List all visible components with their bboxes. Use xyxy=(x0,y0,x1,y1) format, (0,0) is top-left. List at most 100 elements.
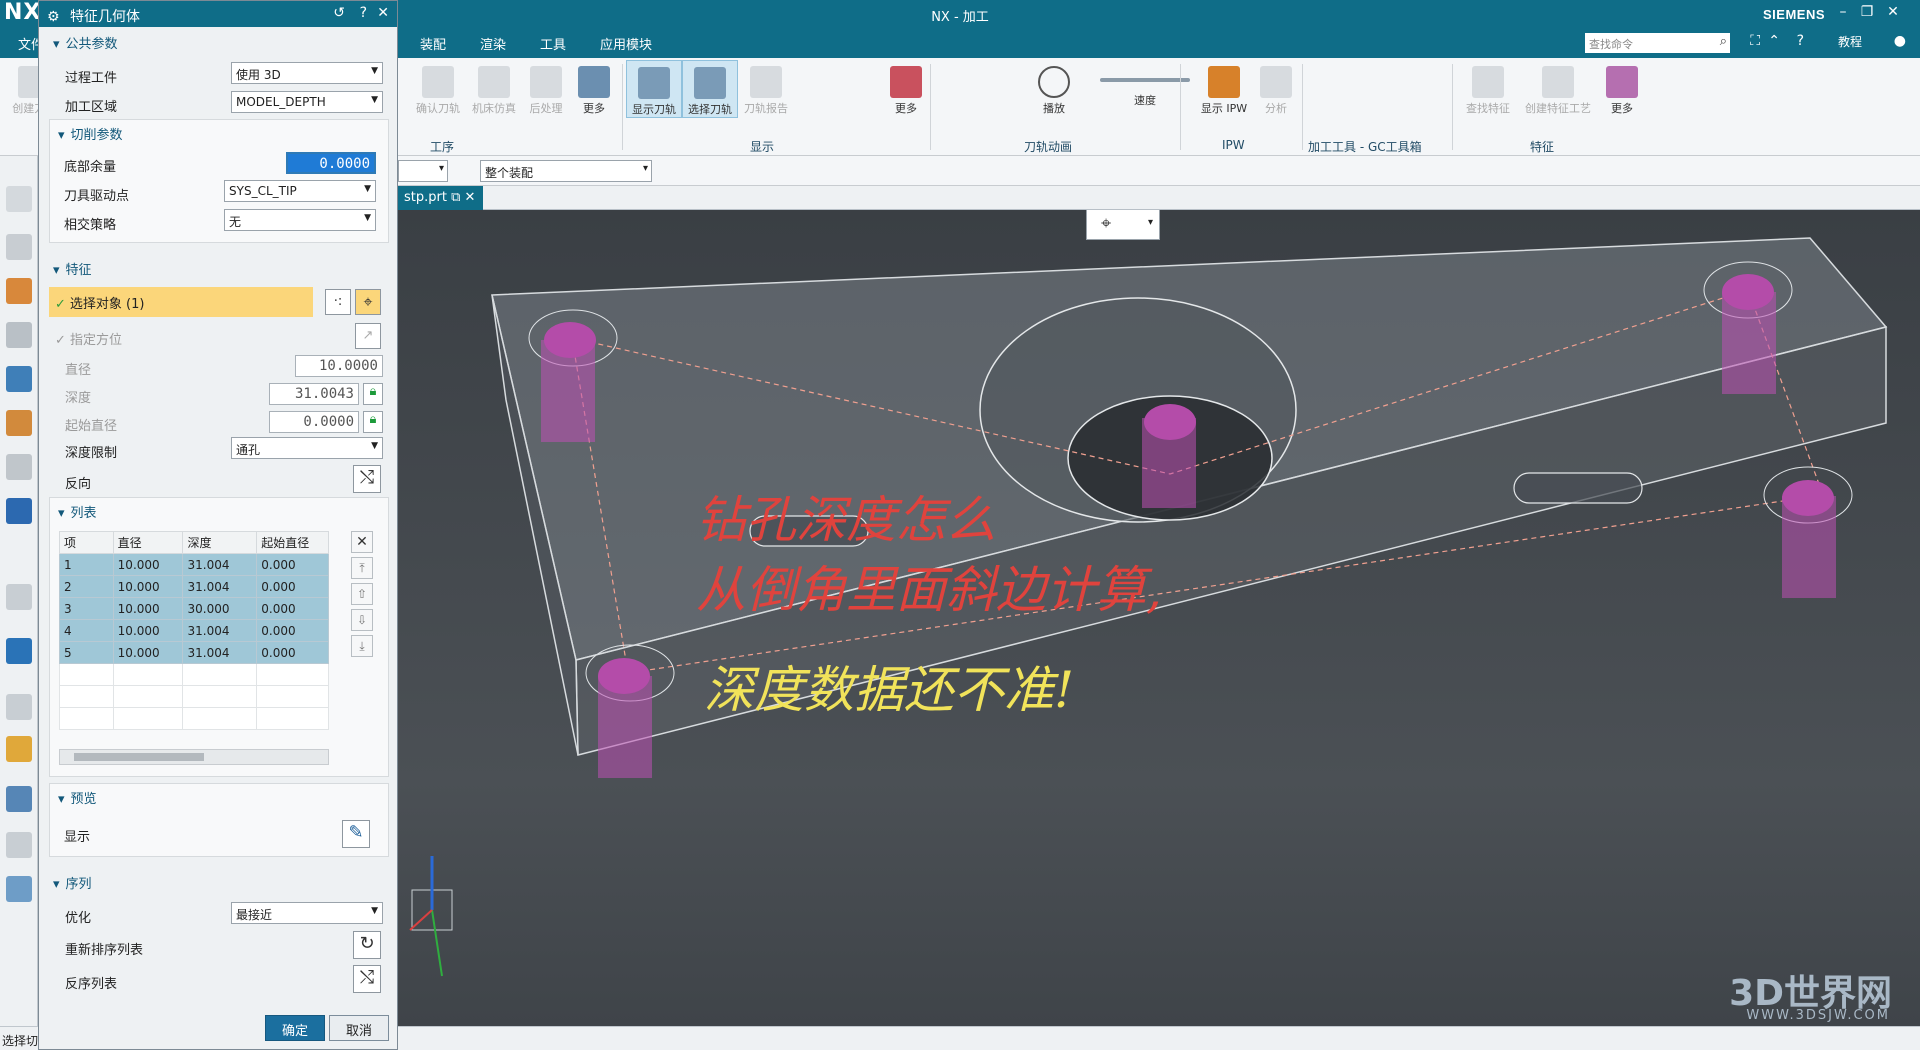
table-row[interactable]: 3 10.000 30.000 0.000 xyxy=(59,597,329,620)
info-icon[interactable] xyxy=(6,584,32,610)
group-display: 显示 xyxy=(750,140,775,154)
start-diameter-input[interactable]: 0.0000 xyxy=(269,411,359,433)
move-top-icon[interactable]: ⤒ xyxy=(351,557,373,579)
menu-render[interactable]: 渲染 xyxy=(480,34,506,53)
col-depth[interactable]: 深度 xyxy=(182,531,258,554)
tool-drive-point-select[interactable]: SYS_CL_TIP ▼ xyxy=(224,180,376,202)
delete-icon[interactable]: ✕ xyxy=(351,531,373,553)
col-item[interactable]: 项 xyxy=(59,531,114,554)
command-search-input[interactable]: 查找命令 ⌕ xyxy=(1585,33,1730,53)
toolpath-report-button[interactable]: 刀轨报告 xyxy=(738,60,794,116)
create-feature-process-button[interactable]: 创建特征工艺 xyxy=(1520,60,1596,116)
section-preview[interactable]: 预览 xyxy=(58,788,97,807)
graphics-window[interactable]: ⌖ ▾ 钻孔深度怎么 从倒角里面斜边计算, 深度数据还不准! xyxy=(398,210,1920,1026)
reset-icon[interactable]: ↺ xyxy=(333,5,345,21)
target-icon[interactable]: ⌖ xyxy=(355,289,381,315)
close-icon[interactable]: ✕ xyxy=(377,5,389,21)
machining-feature-icon[interactable] xyxy=(6,366,32,392)
analyze-button[interactable]: 分析 xyxy=(1248,60,1304,116)
assembly-filter-combo[interactable]: 整个装配 ▾ xyxy=(480,160,652,182)
machine-navigator-icon[interactable] xyxy=(6,322,32,348)
library-icon[interactable] xyxy=(6,410,32,436)
point-dialog-button[interactable]: ·: xyxy=(325,289,351,315)
table-row[interactable]: 2 10.000 31.004 0.000 xyxy=(59,575,329,598)
speed-slider[interactable]: 速度 xyxy=(1100,60,1190,108)
history-icon[interactable] xyxy=(6,694,32,720)
operation-navigator-icon[interactable] xyxy=(6,278,32,304)
palette-icon[interactable] xyxy=(6,736,32,762)
show-ipw-button[interactable]: 显示 IPW xyxy=(1196,60,1252,116)
process-studio-icon[interactable] xyxy=(6,876,32,902)
search-icon[interactable]: ⌕ xyxy=(1720,34,1727,49)
col-diameter[interactable]: 直径 xyxy=(112,531,184,554)
move-up-icon[interactable]: ⇧ xyxy=(351,583,373,605)
diameter-input[interactable]: 10.0000 xyxy=(295,355,383,377)
lock-icon[interactable]: 🔒︎ xyxy=(363,411,383,433)
hd3d-icon[interactable] xyxy=(6,498,32,524)
restore-icon[interactable]: ❐ xyxy=(1856,4,1878,24)
section-feature[interactable]: 特征 xyxy=(53,259,92,278)
close-icon[interactable]: ✕ xyxy=(1882,4,1904,24)
move-down-icon[interactable]: ⇩ xyxy=(351,609,373,631)
help-icon[interactable]: ? xyxy=(360,5,367,21)
fullscreen-icon[interactable]: ⛶ xyxy=(1750,33,1760,49)
help-icon[interactable]: ? xyxy=(1797,33,1804,49)
table-row[interactable]: 1 10.000 31.004 0.000 xyxy=(59,553,329,576)
reverse-direction-button[interactable]: ⤭ xyxy=(353,465,381,493)
depth-input[interactable]: 31.0043 xyxy=(269,383,359,405)
table-row[interactable]: 5 10.000 31.004 0.000 xyxy=(59,641,329,664)
process-workpiece-select[interactable]: 使用 3D ▼ xyxy=(231,62,383,84)
depth-limit-select[interactable]: 通孔 ▼ xyxy=(231,437,383,459)
menu-app-modules[interactable]: 应用模块 xyxy=(600,34,652,53)
hole-3[interactable] xyxy=(1142,404,1196,508)
section-list[interactable]: 列表 xyxy=(58,502,97,521)
web-browser-icon[interactable] xyxy=(6,638,32,664)
col-start-diameter[interactable]: 起始直径 xyxy=(256,531,329,554)
hole-4[interactable] xyxy=(1763,466,1853,598)
find-feature-button[interactable]: 查找特征 xyxy=(1460,60,1516,116)
part-navigator-icon[interactable] xyxy=(6,234,32,260)
optimize-select[interactable]: 最接近 ▼ xyxy=(231,902,383,924)
table-scrollbar[interactable] xyxy=(59,749,329,765)
menu-tools[interactable]: 工具 xyxy=(540,34,566,53)
system-scene-icon[interactable] xyxy=(6,832,32,858)
select-toolpath-button[interactable]: 选择刀轨 xyxy=(682,60,738,118)
machining-area-select[interactable]: MODEL_DEPTH ▼ xyxy=(231,91,383,113)
settings-icon[interactable] xyxy=(6,186,32,212)
tab-stp-prt[interactable]: stp.prt ⧉ ✕ xyxy=(396,186,484,210)
scroll-thumb[interactable] xyxy=(74,753,204,761)
table-row[interactable]: 4 10.000 31.004 0.000 xyxy=(59,619,329,642)
cell: 4 xyxy=(59,619,114,642)
verify-toolpath-button[interactable]: 确认刀轨 xyxy=(410,60,466,116)
more-feature-button[interactable]: 更多 xyxy=(1594,60,1650,116)
cancel-button[interactable]: 取消 xyxy=(329,1015,389,1041)
select-value: MODEL_DEPTH xyxy=(236,95,326,109)
snap-point-widget[interactable]: ⌖ ▾ xyxy=(1086,210,1160,240)
machine-sim-button[interactable]: 机床仿真 xyxy=(466,60,522,116)
cell: 0.000 xyxy=(256,619,329,642)
intersect-strategy-select[interactable]: 无 ▼ xyxy=(224,209,376,231)
section-common[interactable]: 公共参数 xyxy=(53,33,118,52)
show-toolpath-button[interactable]: 显示刀轨 xyxy=(626,60,682,118)
section-cut-params[interactable]: 切削参数 xyxy=(58,124,123,143)
minimize-icon[interactable]: – xyxy=(1832,4,1854,24)
select-object-row[interactable]: ✓ 选择对象 (1) xyxy=(49,287,313,317)
more-operations-button[interactable]: 更多 xyxy=(566,60,622,116)
more-display-button[interactable]: 更多 xyxy=(878,60,934,116)
role-icon[interactable] xyxy=(6,786,32,812)
reverse-list-button[interactable]: ⤭ xyxy=(353,965,381,993)
move-bottom-icon[interactable]: ⤓ xyxy=(351,635,373,657)
collapse-ribbon-icon[interactable]: ⌃ xyxy=(1768,33,1780,49)
show-preview-button[interactable]: ✎ xyxy=(342,820,370,848)
ok-button[interactable]: 确定 xyxy=(265,1015,325,1041)
section-sequence[interactable]: 序列 xyxy=(53,873,92,892)
refresh-icon[interactable]: ↻ xyxy=(353,931,381,959)
lock-icon[interactable]: 🔒︎ xyxy=(363,383,383,405)
play-button[interactable]: 播放 xyxy=(1026,60,1082,116)
type-filter-combo[interactable]: ▾ xyxy=(398,160,448,182)
reuse-library-icon[interactable] xyxy=(6,454,32,480)
tutorial-link[interactable]: 教程 xyxy=(1838,33,1862,50)
floor-stock-input[interactable]: 0.0000 xyxy=(286,152,376,174)
orientation-button[interactable]: ↗ xyxy=(355,323,381,349)
menu-assembly[interactable]: 装配 xyxy=(420,34,446,53)
